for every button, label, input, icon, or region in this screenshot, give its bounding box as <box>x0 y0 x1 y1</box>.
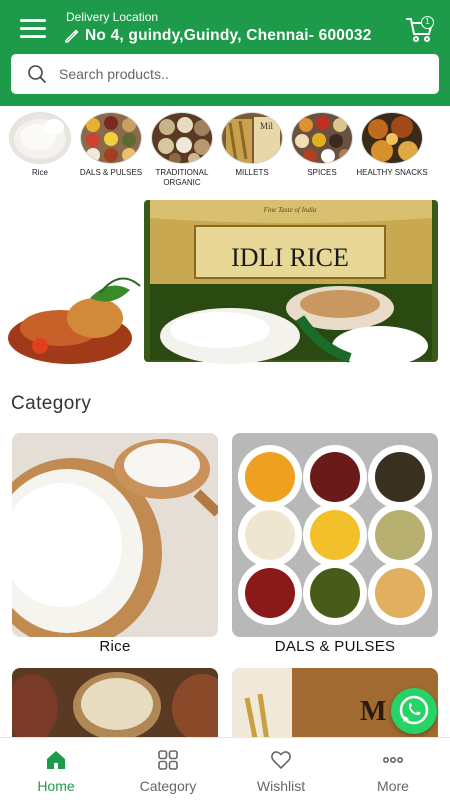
millets-card-partial-text: M <box>360 696 386 727</box>
nav-category-label: Category <box>139 778 197 794</box>
app-header: Delivery Location No 4, guindy,Guindy, C… <box>0 0 450 106</box>
strip-item-millets[interactable]: Mil MILLETS <box>216 112 288 178</box>
heart-icon <box>271 751 291 769</box>
category-card-label-dals: DALS & PULSES <box>274 638 396 655</box>
search-bar[interactable] <box>11 54 439 94</box>
whatsapp-icon <box>399 695 429 725</box>
category-card-label-rice: Rice <box>99 638 131 655</box>
category-strip: Rice DALS & PULSES TRADITIONAL ORGANIC M… <box>0 112 450 192</box>
nav-more[interactable]: More <box>343 748 443 794</box>
nav-home-label: Home <box>37 778 75 794</box>
millets-thumbnail: Mil <box>221 112 283 164</box>
strip-label-traditional-organic: TRADITIONAL ORGANIC <box>155 168 209 187</box>
more-dots-icon <box>382 757 403 764</box>
nav-category[interactable]: Category <box>118 748 218 794</box>
category-card-traditional[interactable] <box>12 668 218 748</box>
delivery-address-row[interactable]: No 4, guindy,Guindy, Chennai- 600032 <box>64 25 394 47</box>
bottom-navigation: Home Category Wishlist More <box>0 737 450 800</box>
spices-thumbnail <box>291 112 353 164</box>
search-icon <box>28 65 46 83</box>
strip-label-dals: DALS & PULSES <box>79 168 143 177</box>
dals-thumbnail <box>80 112 142 164</box>
dals-card-image <box>232 433 438 637</box>
grid-icon <box>158 750 178 770</box>
promo-banner[interactable]: Fine Taste of India IDLI RICE <box>0 198 450 364</box>
delivery-address: No 4, guindy,Guindy, Chennai- 600032 <box>85 27 372 44</box>
nav-home[interactable]: Home <box>6 748 106 794</box>
nav-wishlist[interactable]: Wishlist <box>231 748 331 794</box>
rice-card-image <box>12 433 218 637</box>
menu-icon[interactable] <box>20 19 46 39</box>
strip-item-healthy-snacks[interactable]: HEALTHY SNACKS <box>356 112 428 178</box>
cart-button[interactable]: 1 <box>405 14 439 44</box>
rice-thumbnail <box>9 112 71 164</box>
cart-count-badge: 1 <box>421 16 434 29</box>
strip-item-dals[interactable]: DALS & PULSES <box>75 112 147 178</box>
pencil-icon <box>65 29 79 43</box>
svg-text:Mil: Mil <box>260 121 274 131</box>
banner-title: IDLI RICE <box>231 243 349 272</box>
nav-more-label: More <box>377 778 409 794</box>
strip-label-rice: Rice <box>31 168 48 177</box>
category-card-rice[interactable] <box>12 433 218 637</box>
app-screen: Delivery Location No 4, guindy,Guindy, C… <box>0 0 450 800</box>
strip-label-millets: MILLETS <box>235 168 269 177</box>
strip-label-spices: SPICES <box>307 168 337 177</box>
search-input[interactable] <box>59 66 389 82</box>
delivery-location-label: Delivery Location <box>66 10 159 24</box>
strip-item-rice[interactable]: Rice <box>4 112 76 178</box>
home-icon <box>47 751 65 769</box>
whatsapp-chat-button[interactable] <box>391 688 437 734</box>
banner-tagline: Fine Taste of India <box>263 206 317 214</box>
traditional-card-image <box>12 668 218 748</box>
strip-item-traditional-organic[interactable]: TRADITIONAL ORGANIC <box>146 112 218 188</box>
nav-wishlist-label: Wishlist <box>256 778 306 794</box>
strip-label-healthy-snacks: HEALTHY SNACKS <box>356 168 428 177</box>
category-section-title: Category <box>11 393 92 414</box>
strip-item-spices[interactable]: SPICES <box>286 112 358 178</box>
organic-thumbnail <box>151 112 213 164</box>
category-card-dals[interactable] <box>232 433 438 637</box>
snacks-thumbnail <box>361 112 423 164</box>
idli-rice-banner-image: Fine Taste of India IDLI RICE <box>0 198 450 364</box>
